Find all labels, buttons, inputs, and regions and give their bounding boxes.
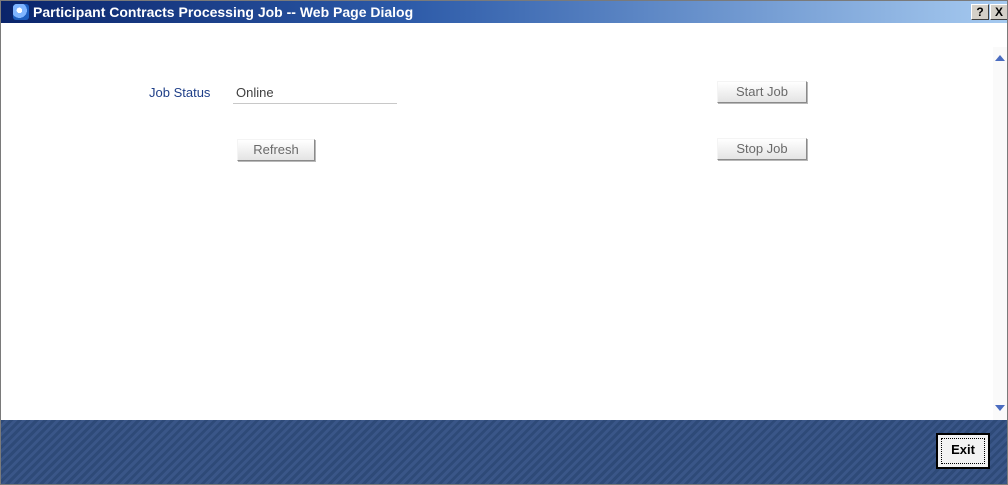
- scroll-down-arrow-icon[interactable]: [995, 405, 1005, 411]
- scroll-up-arrow-icon[interactable]: [995, 55, 1005, 61]
- ie-icon: [13, 4, 29, 20]
- vertical-scrollbar[interactable]: [993, 47, 1007, 420]
- title-bar: Participant Contracts Processing Job -- …: [1, 1, 1007, 23]
- dialog-window: Participant Contracts Processing Job -- …: [0, 0, 1008, 485]
- job-status-field-underline: [233, 103, 397, 104]
- exit-button[interactable]: Exit: [936, 433, 990, 469]
- window-title: Participant Contracts Processing Job -- …: [33, 4, 414, 20]
- dialog-content: Job Status Online Start Job Stop Job Ref…: [1, 47, 991, 417]
- start-job-button[interactable]: Start Job: [717, 81, 807, 103]
- help-button[interactable]: ?: [971, 4, 989, 20]
- job-status-label: Job Status: [149, 85, 211, 100]
- close-button[interactable]: X: [990, 4, 1007, 20]
- footer-bar: Exit: [1, 420, 1007, 484]
- stop-job-button[interactable]: Stop Job: [717, 138, 807, 160]
- refresh-button[interactable]: Refresh: [237, 139, 315, 161]
- job-status-value: Online: [236, 85, 274, 100]
